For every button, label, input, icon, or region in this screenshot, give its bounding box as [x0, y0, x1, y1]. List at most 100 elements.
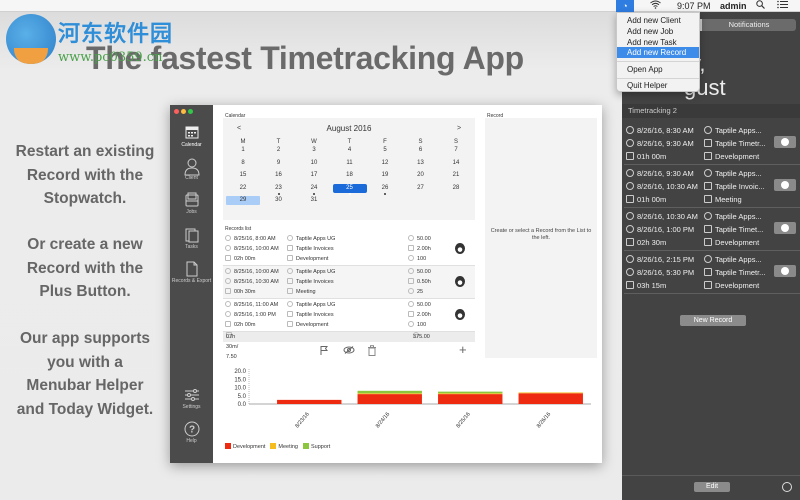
widget-record[interactable]: 8/26/16, 10:30 AM 8/26/16, 1:00 PM 02h 30m…: [624, 208, 800, 251]
clock[interactable]: 9:07 PM: [677, 0, 711, 12]
calendar-day[interactable]: 29: [226, 196, 260, 205]
menu-add-job[interactable]: Add new Job: [617, 26, 699, 37]
calendar-day[interactable]: 13: [404, 159, 438, 168]
wifi-icon[interactable]: [650, 0, 661, 12]
nc-divider: [622, 475, 800, 476]
sidebar-item-help[interactable]: ? Help: [170, 421, 213, 444]
calendar-day[interactable]: 9: [262, 159, 296, 168]
bar-development: [518, 393, 583, 404]
calendar-day[interactable]: 8: [226, 159, 260, 168]
calendar-day[interactable]: 19: [368, 171, 402, 180]
nc-settings-icon[interactable]: [782, 482, 792, 492]
calendar-day[interactable]: 25: [332, 183, 367, 195]
calendar-day-number: 31: [310, 197, 318, 203]
calendar-day[interactable]: 16: [262, 171, 296, 180]
record-row[interactable]: 8/25/16, 8:00 AM 8/25/16, 10:00 AM 02h 00m…: [223, 233, 475, 266]
new-record-button[interactable]: New Record: [680, 315, 746, 326]
calendar-day[interactable]: 22: [226, 184, 260, 193]
widget-record-client: Taptile Apps...: [704, 210, 762, 223]
restart-stopwatch-button[interactable]: [774, 179, 796, 191]
widget-record-end-value: 8/26/16, 10:30 AM: [637, 182, 698, 191]
calendar-day[interactable]: 6: [404, 146, 438, 155]
edit-button[interactable]: Edit: [694, 482, 730, 492]
calendar-day[interactable]: 26: [368, 184, 402, 195]
record-duration-value: 00h 30m: [234, 289, 256, 295]
calendar-day[interactable]: 14: [439, 159, 473, 168]
calendar-day[interactable]: 12: [368, 159, 402, 168]
eye-slash-icon[interactable]: [343, 345, 355, 358]
widget-record[interactable]: 8/26/16, 2:15 PM 8/26/16, 5:30 PM 03h 15m T…: [624, 251, 800, 294]
sidebar-item-jobs[interactable]: Jobs: [170, 192, 213, 215]
sidebar-item-tasks[interactable]: Tasks: [170, 227, 213, 250]
stopwatch-icon[interactable]: ◔: [616, 0, 634, 12]
calendar-day-number: 6: [418, 147, 423, 153]
calendar-day[interactable]: 20: [404, 171, 438, 180]
calendar-day[interactable]: 3: [297, 146, 331, 155]
user-menu[interactable]: admin: [720, 0, 747, 12]
record-job-value: Taptile Invoices: [296, 246, 334, 252]
record-amount-value: 25: [417, 289, 424, 295]
menu-open-app[interactable]: Open App: [617, 64, 699, 75]
calendar-day-number: 23: [275, 184, 282, 191]
menubar: ◔ 9:07 PM admin: [0, 0, 800, 12]
calendar-day[interactable]: 31: [297, 196, 331, 205]
restart-stopwatch-button[interactable]: [774, 136, 796, 148]
calendar-day[interactable]: 11: [333, 159, 367, 168]
calendar-day[interactable]: 15: [226, 171, 260, 180]
restart-stopwatch-button[interactable]: [455, 243, 465, 254]
sidebar-item-client[interactable]: Client: [170, 158, 213, 181]
hourglass-icon: [408, 278, 414, 284]
restart-stopwatch-button[interactable]: [774, 222, 796, 234]
calendar-day[interactable]: 23: [262, 184, 296, 195]
calendar-day[interactable]: 10: [297, 159, 331, 168]
minimize-window-button[interactable]: [181, 109, 186, 114]
widget-record-duration-value: 03h 15m: [637, 281, 667, 290]
calendar-day[interactable]: 1: [226, 146, 260, 155]
menu-add-record[interactable]: Add new Record: [617, 47, 699, 58]
flag-icon[interactable]: [319, 345, 329, 358]
widget-record[interactable]: 8/26/16, 9:30 AM 8/26/16, 10:30 AM 01h 00m…: [624, 165, 800, 208]
tab-notifications[interactable]: Notifications: [702, 19, 796, 31]
record-empty-message: Create or select a Record from the List …: [490, 228, 592, 241]
record-row[interactable]: 8/25/16, 10:00 AM 8/25/16, 10:30 AM 00h 30…: [223, 266, 475, 299]
record-start-value: 8/25/16, 8:00 AM: [234, 236, 276, 242]
record-row[interactable]: 8/25/16, 11:00 AM 8/25/16, 1:00 PM 02h 00m…: [223, 299, 475, 332]
trash-icon[interactable]: [367, 345, 377, 359]
zoom-window-button[interactable]: [188, 109, 193, 114]
person-icon: [287, 268, 293, 274]
calendar-day[interactable]: 5: [368, 146, 402, 155]
restart-stopwatch-button[interactable]: [455, 309, 465, 320]
calendar-day[interactable]: 27: [404, 184, 438, 193]
plus-icon[interactable]: +: [459, 342, 467, 357]
calendar-day[interactable]: 4: [333, 146, 367, 155]
sidebar-item-records-export[interactable]: Records & Export: [170, 261, 213, 284]
calendar-day[interactable]: 17: [297, 171, 331, 180]
record-job: Taptile Invoices: [287, 310, 334, 320]
restart-stopwatch-button[interactable]: [455, 276, 465, 287]
clock-icon: [626, 212, 634, 220]
menu-add-client[interactable]: Add new Client: [617, 15, 699, 26]
widget-record-client-value: Taptile Apps...: [715, 126, 762, 135]
hourglass-icon: [225, 288, 231, 294]
sidebar-item-settings[interactable]: Settings: [170, 387, 213, 410]
notification-list-icon[interactable]: [777, 0, 788, 12]
restart-stopwatch-button[interactable]: [774, 265, 796, 277]
sidebar-item-calendar[interactable]: Calendar: [170, 125, 213, 148]
widget-record[interactable]: 8/26/16, 8:30 AM 8/26/16, 9:30 AM 01h 00m T…: [624, 122, 800, 165]
calendar-day[interactable]: 24: [297, 184, 331, 195]
calendar-day[interactable]: 18: [333, 171, 367, 180]
calendar-day[interactable]: 28: [439, 184, 473, 193]
record-hours-value: 0.50h: [417, 279, 431, 285]
close-window-button[interactable]: [174, 109, 179, 114]
search-icon[interactable]: [756, 0, 765, 12]
calendar-day[interactable]: 30: [262, 196, 296, 205]
widget-record-start-value: 8/26/16, 10:30 AM: [637, 212, 698, 221]
legend-label: Meeting: [278, 444, 298, 450]
calendar-next-button[interactable]: >: [457, 125, 461, 132]
calendar-day[interactable]: 2: [262, 146, 296, 155]
calendar-day[interactable]: 7: [439, 146, 473, 155]
menu-quit-helper[interactable]: Quit Helper: [617, 80, 699, 91]
bar-development: [357, 394, 422, 404]
calendar-day[interactable]: 21: [439, 171, 473, 180]
record-task: Development: [287, 254, 328, 264]
